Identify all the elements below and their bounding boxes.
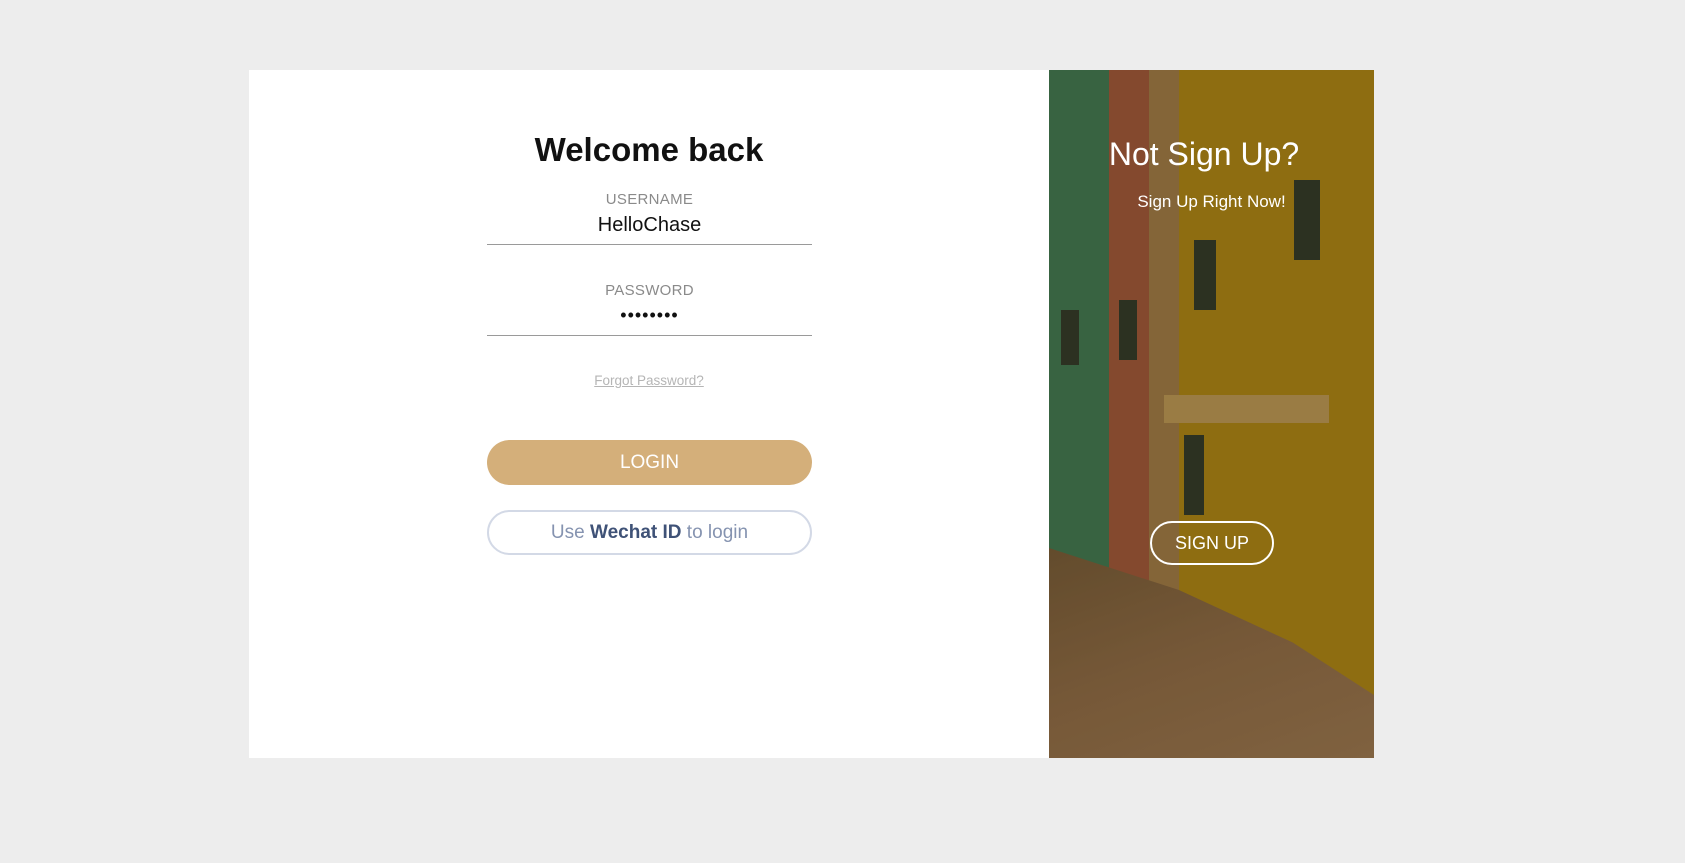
username-field[interactable]: USERNAME HelloChase: [487, 191, 812, 245]
password-label: PASSWORD: [605, 282, 694, 299]
promo-title: Not Sign Up?: [1108, 136, 1300, 172]
wechat-suffix: to login: [686, 522, 749, 543]
promo-subtitle: Sign Up Right Now!: [1137, 192, 1286, 211]
signup-promo-panel: Not Sign Up? Sign Up Right Now! SIGN UP: [1049, 70, 1374, 758]
login-button[interactable]: LOGIN: [487, 440, 812, 485]
wechat-prefix: Use: [550, 522, 585, 543]
username-label: USERNAME: [605, 191, 694, 208]
login-form: Welcome back USERNAME HelloChase PASSWOR…: [249, 70, 1049, 758]
username-input[interactable]: HelloChase: [487, 208, 812, 245]
wechat-login-button[interactable]: Use Wechat ID to login: [487, 510, 812, 555]
wechat-id-label: Wechat ID: [590, 522, 682, 543]
password-input[interactable]: ••••••••: [487, 299, 812, 336]
signup-button[interactable]: SIGN UP: [1150, 521, 1274, 565]
page-title: Welcome back: [534, 131, 764, 168]
auth-card: Welcome back USERNAME HelloChase PASSWOR…: [249, 70, 1374, 758]
promo-overlay: [1049, 70, 1374, 758]
forgot-password-link[interactable]: Forgot Password?: [249, 373, 1049, 388]
password-field[interactable]: PASSWORD ••••••••: [487, 282, 812, 336]
